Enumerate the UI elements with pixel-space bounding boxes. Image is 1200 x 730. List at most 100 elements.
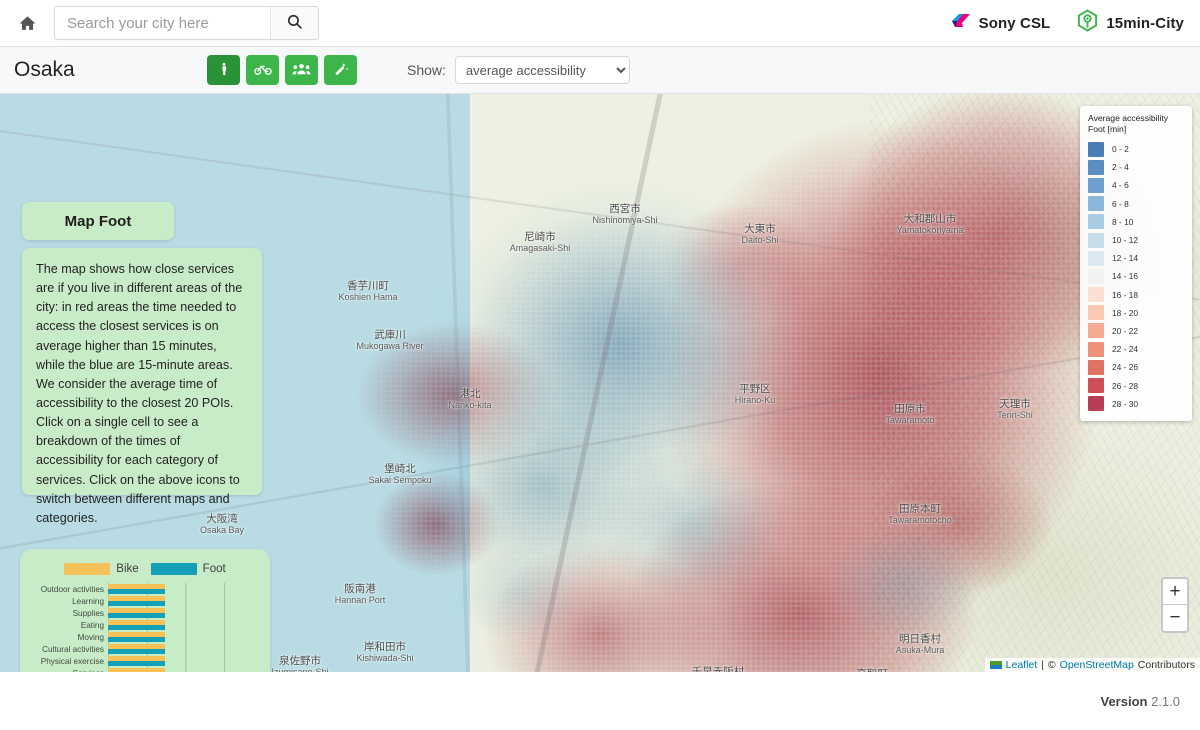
magic-wand-icon [333,61,349,80]
chart-category-label: Physical exercise [40,656,104,666]
sony-csl-logo-link[interactable]: Sony CSL [951,12,1051,34]
version-number: 2.1.0 [1151,693,1180,709]
chart-legend-entry-foot: Foot [150,563,226,575]
search-input[interactable] [55,7,270,39]
sony-csl-logo [951,12,972,34]
map-area[interactable]: 西宮市 Nishinomiya-Shi 尼崎市 Amagasaki-Shi 大東市 Dai… [0,94,1200,672]
version-text: Version 2.1.0 [1100,694,1180,709]
sony-csl-label: Sony CSL [978,14,1051,32]
chart-bar-bike [108,595,165,601]
chart-legend-label-foot: Foot [202,563,226,575]
map-legend-bin-label: 22 - 24 [1112,344,1139,355]
map-legend-rows: 0 - 2 2 - 4 4 - 6 6 - 8 8 - 10 10 - 12 12 - 14… [1088,140,1184,413]
map-legend-title-line2: Foot [min] [1088,124,1127,134]
show-control-group: Show: average accessibility [407,56,630,84]
chart-bar-foot [108,637,165,642]
map-legend-color-chip [1088,396,1104,412]
chart-bar-row: Cultural activities [42,643,252,655]
chart-bar-bike [108,655,165,661]
map-legend-bin-label: 16 - 18 [1112,289,1139,300]
map-legend-row: 12 - 14 [1088,249,1184,267]
chart-bar-pair [108,631,252,643]
leaflet-link[interactable]: Leaflet [1006,659,1038,671]
category-breakdown-chart-panel: Bike Foot Outdoor activities Learning Supp… [20,549,270,672]
map-legend-bin-label: 0 - 2 [1112,144,1129,155]
home-icon[interactable] [10,6,44,40]
mode-button-foot[interactable] [207,55,240,85]
top-header: Sony CSL 15min-City [0,0,1200,47]
map-legend-bin-label: 14 - 16 [1112,271,1139,282]
map-legend-row: 0 - 2 [1088,140,1184,158]
attribution-copyright: © [1047,659,1056,671]
map-legend-color-chip [1088,177,1104,193]
map-legend-row: 22 - 24 [1088,340,1184,358]
chart-bar-pair [108,667,252,672]
fifteen-min-city-label: 15min-City [1106,14,1184,32]
show-select[interactable]: average accessibility [454,56,630,84]
map-legend-row: 26 - 28 [1088,376,1184,394]
mode-button-bike[interactable] [246,55,279,85]
map-legend-row: 6 - 8 [1088,195,1184,213]
map-legend-bin-label: 18 - 20 [1112,307,1139,318]
zoom-out-button[interactable]: − [1163,605,1187,631]
chart-bar-foot [108,649,165,654]
chart-category-label: Moving [77,632,104,642]
map-legend-bin-label: 8 - 10 [1112,216,1134,227]
chart-category-label: Learning [72,596,104,606]
leaflet-flag-icon [989,661,1002,669]
map-legend-color-chip [1088,305,1104,321]
map-legend-color-chip [1088,378,1104,394]
chart-bar-row: Outdoor activities [41,583,252,595]
chart-bar-bike [108,607,165,613]
map-legend-bin-label: 26 - 28 [1112,380,1139,391]
map-legend-title: Average accessibility Foot [min] [1088,113,1184,135]
fifteen-min-city-logo-link[interactable]: 15min-City [1076,9,1184,37]
map-legend-color-chip [1088,250,1104,266]
attribution-contributors: Contributors [1137,659,1195,671]
map-legend-bin-label: 12 - 14 [1112,253,1139,264]
search-button[interactable] [270,7,318,39]
chart-bar-pair [108,607,252,619]
chart-bar-pair [108,643,252,655]
search-icon [286,13,303,33]
mode-button-group [207,55,357,85]
fifteen-min-city-logo [1076,9,1099,37]
chart-category-label: Eating [80,620,104,630]
openstreetmap-link[interactable]: OpenStreetMap [1060,659,1134,671]
chart-bar-row: Services [73,667,252,672]
chart-bar-bike [108,619,165,625]
map-attribution: Leaflet | © OpenStreetMap Contributors [984,658,1200,672]
map-legend-color-chip [1088,196,1104,212]
chart-bar-foot [108,589,165,594]
map-legend-color-chip [1088,268,1104,284]
chart-plot-area: Outdoor activities Learning Supplies Eating… [20,583,252,672]
chart-bar-row: Eating [81,619,252,631]
map-legend-bin-label: 2 - 4 [1112,162,1129,173]
map-legend-row: 16 - 18 [1088,286,1184,304]
footer: Version 2.1.0 [0,672,1200,730]
bicycle-icon [253,62,272,79]
map-legend-bin-label: 24 - 26 [1112,362,1139,373]
info-panel-title: Map Foot [22,202,174,240]
chart-legend-label-bike: Bike [116,563,139,575]
search-bar [54,6,319,40]
map-legend-row: 4 - 6 [1088,176,1184,194]
zoom-in-button[interactable]: + [1163,579,1187,605]
map-legend-color-chip [1088,141,1104,157]
mode-button-people[interactable] [285,55,318,85]
attribution-separator: | [1041,659,1044,671]
map-legend-color-chip [1088,359,1104,375]
map-zoom-control: + − [1161,577,1189,633]
chart-bar-bike [108,643,165,649]
map-legend-bin-label: 20 - 22 [1112,325,1139,336]
chart-bar-row: Supplies [73,607,252,619]
chart-legend-entry-bike: Bike [64,563,139,575]
chart-bar-pair [108,595,252,607]
chart-bar-bike [108,667,165,672]
chart-bar-pair [108,619,252,631]
map-legend-row: 2 - 4 [1088,158,1184,176]
mode-button-custom[interactable] [324,55,357,85]
map-legend-color-chip [1088,232,1104,248]
chart-legend: Bike Foot [20,549,270,575]
version-label: Version [1100,693,1148,709]
